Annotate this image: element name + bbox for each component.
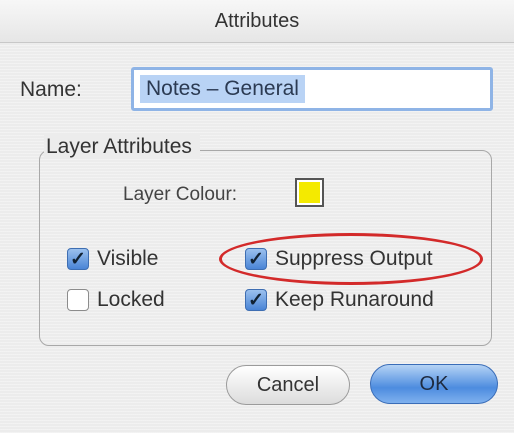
highlight-oval [219,233,483,285]
ok-button[interactable]: OK [370,364,498,404]
layer-colour-swatch[interactable] [295,178,324,207]
visible-checkbox[interactable]: ✓ [67,248,89,270]
name-field[interactable]: Notes – General [131,67,493,111]
layer-attributes-title: Layer Attributes [44,135,200,159]
locked-checkbox-row[interactable]: Locked [67,288,165,312]
keep-runaround-label: Keep Runaround [275,288,434,311]
name-field-value: Notes – General [140,75,305,103]
layer-colour-label: Layer Colour: [123,184,238,205]
visible-label: Visible [97,247,159,270]
locked-label: Locked [97,288,165,311]
keep-runaround-checkbox[interactable]: ✓ [245,289,267,311]
visible-checkbox-row[interactable]: ✓ Visible [67,247,158,271]
name-label: Name: [20,78,82,101]
cancel-button[interactable]: Cancel [226,365,350,405]
window-title: Attributes [0,0,514,43]
keep-runaround-checkbox-row[interactable]: ✓ Keep Runaround [245,288,434,312]
locked-checkbox[interactable] [67,289,89,311]
